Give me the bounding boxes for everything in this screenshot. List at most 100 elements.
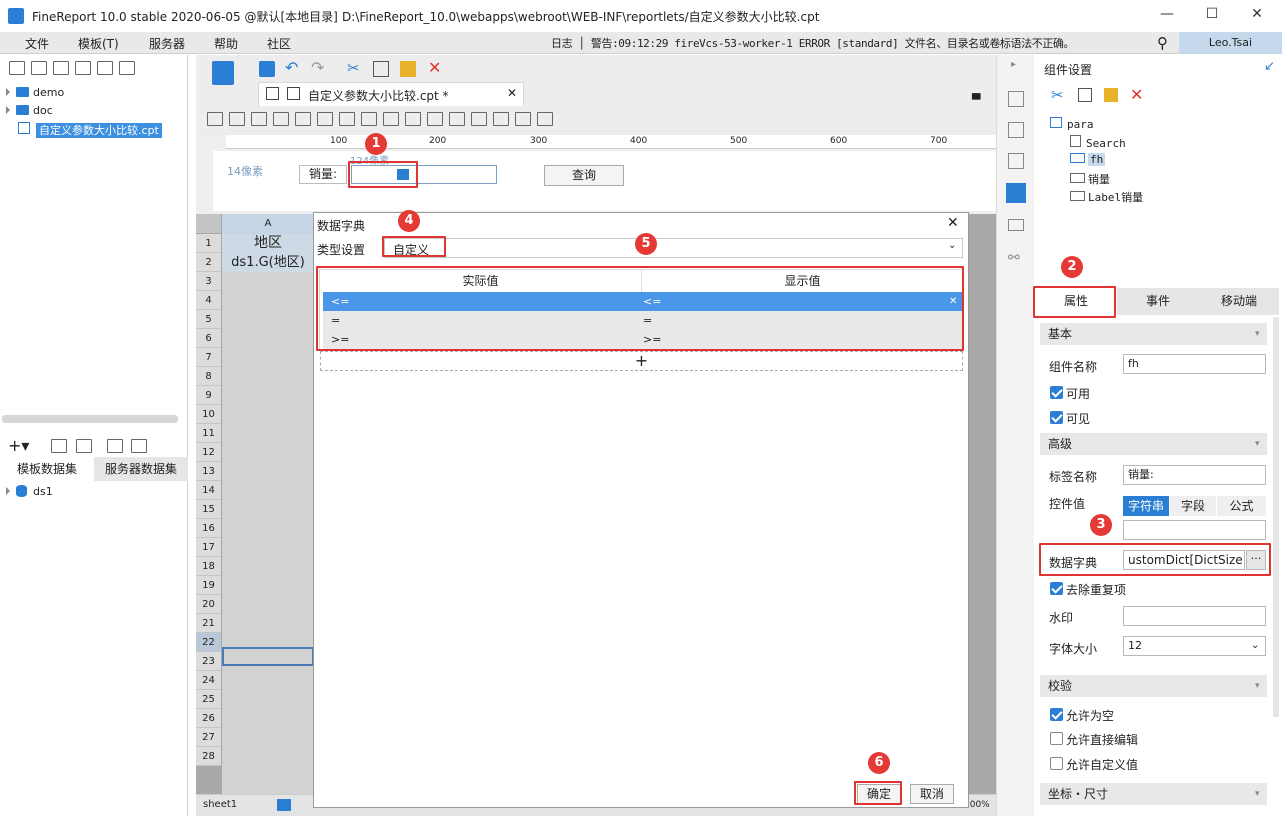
row-header[interactable]: 6	[196, 329, 221, 348]
row-header-selected[interactable]: 22	[196, 633, 221, 652]
row-header[interactable]: 17	[196, 538, 221, 557]
row-header[interactable]: 1	[196, 234, 221, 253]
collapse-icon[interactable]: ▸	[1011, 59, 1016, 70]
menu-icon[interactable]: ▄	[972, 87, 980, 100]
section-coordinates[interactable]: 坐标・尺寸 ▾	[1040, 783, 1267, 805]
corner-cell[interactable]	[196, 214, 221, 233]
widget-icon[interactable]	[207, 112, 223, 126]
expand-icon[interactable]: ↙	[1264, 59, 1275, 74]
user-name[interactable]: Leo.Tsai	[1179, 32, 1282, 54]
sales-input[interactable]	[417, 165, 497, 184]
row-header[interactable]: 24	[196, 671, 221, 690]
add-sheet-icon[interactable]	[277, 799, 291, 811]
allow-edit-checkbox[interactable]	[1050, 732, 1063, 745]
row-header[interactable]: 21	[196, 614, 221, 633]
copy-icon[interactable]	[119, 61, 135, 75]
name-input[interactable]: fh	[1123, 354, 1266, 374]
widget-icon[interactable]	[251, 112, 267, 126]
new-folder-icon[interactable]	[9, 61, 25, 75]
delete-icon[interactable]	[76, 439, 92, 453]
tree-node-label[interactable]: Label销量	[1070, 189, 1143, 207]
widget-icon[interactable]	[317, 112, 333, 126]
chevron-down-icon[interactable]: ⌄	[948, 240, 956, 251]
remove-duplicates-checkbox[interactable]	[1050, 582, 1063, 595]
tab-server-dataset[interactable]: 服务器数据集	[94, 457, 188, 481]
widget-icon[interactable]	[339, 112, 355, 126]
tree-node-fh[interactable]: fh	[1070, 153, 1143, 171]
section-basic[interactable]: 基本 ▾	[1040, 323, 1267, 345]
paste-icon[interactable]	[400, 61, 416, 77]
tab-events[interactable]: 事件	[1117, 288, 1199, 315]
refresh-icon[interactable]	[31, 61, 47, 75]
widget-icon[interactable]	[449, 112, 465, 126]
section-advanced[interactable]: 高级 ▾	[1040, 433, 1267, 455]
cut-icon[interactable]: ✂	[347, 61, 363, 77]
row-header[interactable]: 7	[196, 348, 221, 367]
row-header[interactable]: 12	[196, 443, 221, 462]
copy-icon[interactable]	[1078, 88, 1092, 102]
link-icon[interactable]: ⚯	[1008, 250, 1020, 266]
delete-icon[interactable]: ✕	[428, 60, 444, 77]
widget-icon[interactable]	[471, 112, 487, 126]
minimize-icon[interactable]: —	[1155, 6, 1179, 26]
mode-formula[interactable]: 公式	[1217, 496, 1266, 516]
section-validation[interactable]: 校验 ▾	[1040, 675, 1267, 697]
value-input[interactable]	[1123, 520, 1266, 540]
widget-icon[interactable]	[493, 112, 509, 126]
cell-a1[interactable]: 地区	[222, 234, 314, 253]
row-header[interactable]: 10	[196, 405, 221, 424]
tree-node-search[interactable]: Search	[1070, 135, 1143, 153]
undo-icon[interactable]: ↶	[285, 60, 301, 77]
preview-icon[interactable]	[107, 439, 123, 453]
row-header[interactable]: 11	[196, 424, 221, 443]
watermark-input[interactable]	[1123, 606, 1266, 626]
font-size-select[interactable]: 12 ⌄	[1123, 636, 1266, 656]
dataset-settings-icon[interactable]	[131, 439, 147, 453]
tree-node-para[interactable]: para	[1050, 117, 1143, 135]
menu-community[interactable]: 社区	[267, 35, 291, 52]
query-button[interactable]: 查询	[544, 165, 624, 186]
menu-template[interactable]: 模板(T)	[78, 35, 119, 52]
tree-item[interactable]: doc	[6, 104, 162, 122]
log-message[interactable]: 日志 │ 警告:09:12:29 fireVcs-53-worker-1 ERR…	[551, 35, 1075, 51]
edit-icon[interactable]	[51, 439, 67, 453]
document-tab[interactable]: 自定义参数大小比较.cpt * ✕	[258, 82, 524, 106]
search-icon[interactable]: ⚲	[1157, 34, 1168, 52]
tab-mobile[interactable]: 移动端	[1199, 288, 1279, 315]
close-icon[interactable]: ✕	[1245, 6, 1269, 26]
menu-server[interactable]: 服务器	[149, 35, 185, 52]
close-tab-icon[interactable]: ✕	[507, 86, 517, 100]
widget-icon[interactable]	[427, 112, 443, 126]
enabled-checkbox[interactable]	[1050, 386, 1063, 399]
copy-icon[interactable]	[373, 61, 389, 77]
allow-custom-checkbox[interactable]	[1050, 757, 1063, 770]
widget-icon[interactable]	[361, 112, 377, 126]
row-header[interactable]: 19	[196, 576, 221, 595]
row-header[interactable]: 13	[196, 462, 221, 481]
row-header[interactable]: 14	[196, 481, 221, 500]
delete-icon[interactable]: ✕	[1130, 85, 1143, 104]
redo-icon[interactable]: ↷	[311, 60, 327, 77]
horizontal-scrollbar[interactable]	[2, 415, 178, 423]
widget-icon[interactable]	[229, 112, 245, 126]
add-icon[interactable]: +▾	[8, 436, 29, 455]
widget-icon[interactable]	[295, 112, 311, 126]
row-header[interactable]: 16	[196, 519, 221, 538]
save-icon[interactable]	[259, 61, 275, 77]
row-header[interactable]: 18	[196, 557, 221, 576]
sales-label[interactable]: 销量:	[299, 165, 347, 184]
frame-icon[interactable]	[1008, 153, 1024, 169]
row-header[interactable]: 25	[196, 690, 221, 709]
tag-input[interactable]: 销量:	[1123, 465, 1266, 485]
cancel-button[interactable]: 取消	[910, 784, 954, 804]
mode-field[interactable]: 字段	[1170, 496, 1216, 516]
layout-icon[interactable]	[1008, 91, 1024, 107]
menu-file[interactable]: 文件	[25, 35, 49, 52]
widget-icon[interactable]	[537, 112, 553, 126]
type-select[interactable]: 自定义 ⌄	[384, 238, 963, 258]
row-header[interactable]: 28	[196, 747, 221, 766]
row-header[interactable]: 2	[196, 253, 221, 272]
tab-template-dataset[interactable]: 模板数据集	[0, 457, 94, 481]
condition-icon[interactable]	[1008, 219, 1024, 231]
allow-empty-checkbox[interactable]	[1050, 708, 1063, 721]
